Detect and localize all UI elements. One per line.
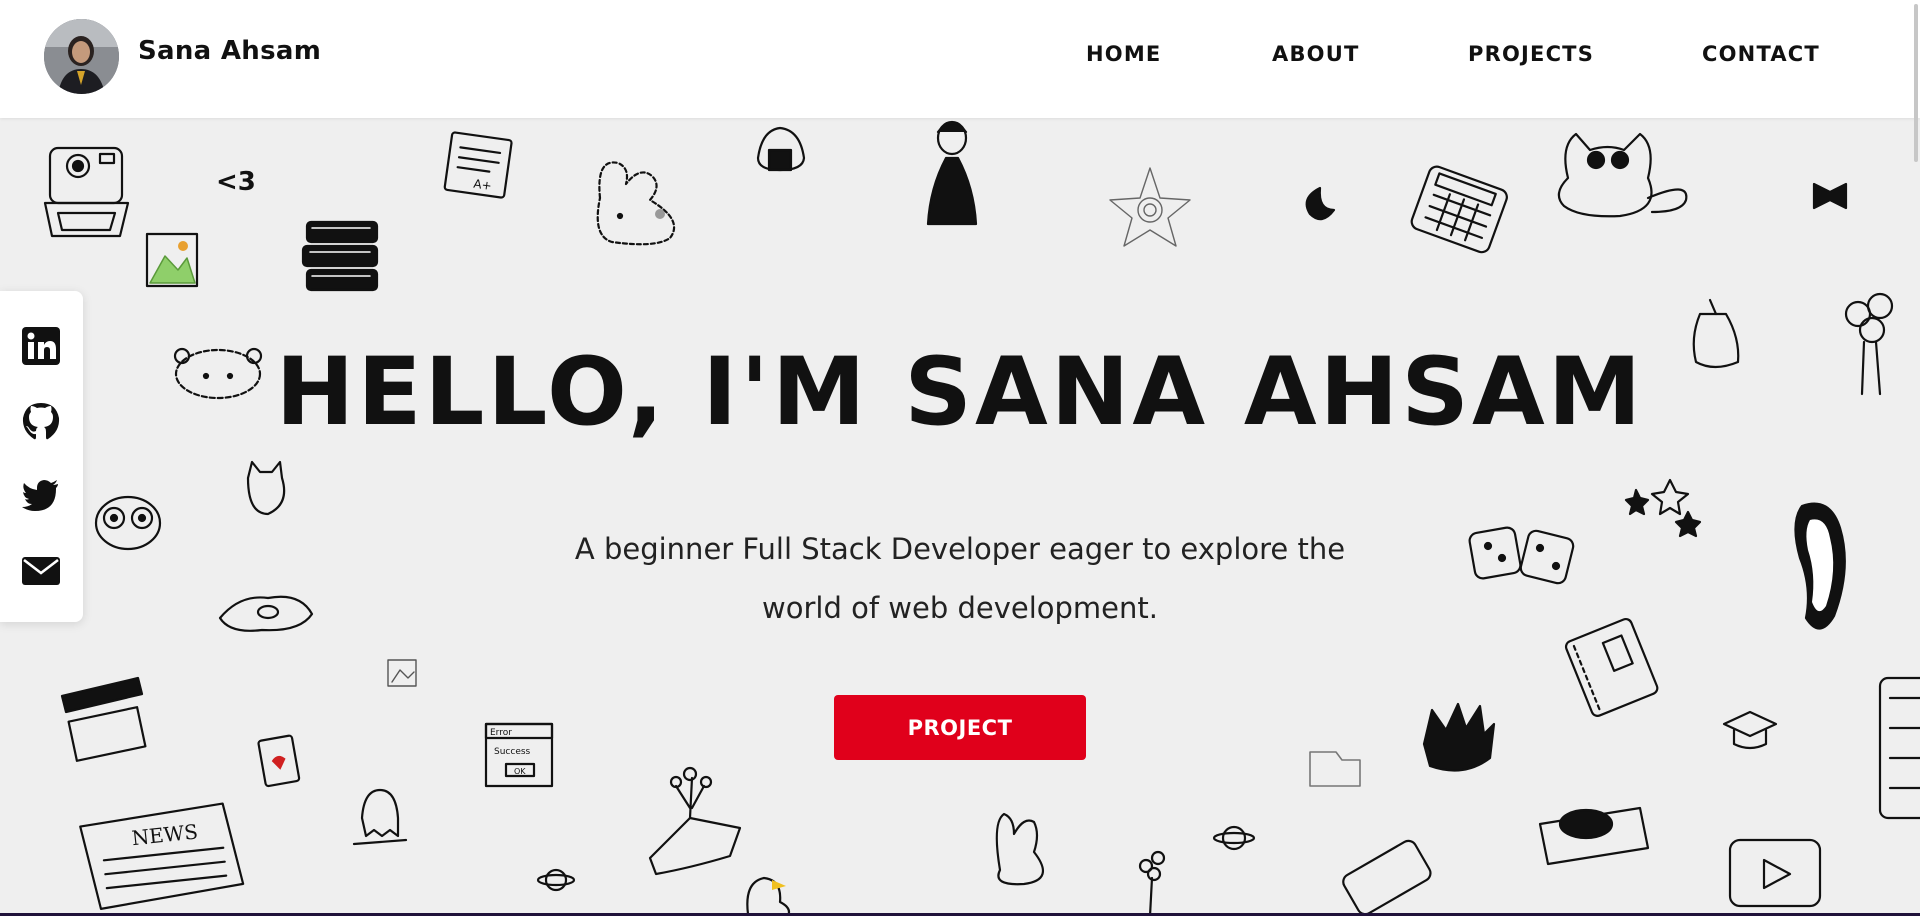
planet-small-doodle — [1212, 825, 1256, 851]
books-doodle — [301, 220, 379, 292]
nav-home[interactable]: HOME — [1086, 42, 1161, 66]
hero-tagline: A beginner Full Stack Developer eager to… — [574, 532, 1346, 625]
ghost-doodle — [352, 788, 408, 846]
svg-text:NEWS: NEWS — [131, 819, 200, 850]
email-icon[interactable] — [20, 550, 62, 592]
stars-doodle — [1624, 478, 1702, 538]
bow-doodle — [1812, 182, 1848, 210]
hero-headline: HELLO, I'M SANA AHSAM — [275, 338, 1645, 447]
twitter-icon[interactable] — [20, 475, 62, 517]
card-doodle — [257, 734, 301, 788]
machine-doodle — [1878, 676, 1920, 820]
cat-headphones-doodle — [246, 460, 286, 516]
avatar[interactable] — [44, 19, 119, 94]
monkey-doodle — [94, 495, 162, 551]
avatar-photo — [44, 19, 119, 94]
cat-sunglasses-doodle — [1557, 132, 1688, 218]
youtube-doodle — [1728, 838, 1822, 908]
svg-text:Success: Success — [494, 747, 531, 757]
doodle-background: <3 A+ Error Success OK NEWS — [43, 120, 1920, 916]
svg-text:OK: OK — [514, 767, 526, 776]
landscape-doodle — [145, 232, 199, 288]
phone-doodle — [1342, 839, 1432, 916]
star-spiral-doodle — [1109, 167, 1191, 247]
github-icon[interactable] — [20, 400, 62, 442]
melting-clock-doodle — [1794, 502, 1846, 630]
moon-doodle — [1305, 186, 1336, 221]
paper-doodle: A+ — [443, 131, 513, 199]
dice-doodle — [1468, 526, 1575, 585]
record-player-doodle — [1538, 806, 1650, 866]
duck-doodle — [746, 876, 791, 916]
calculator-doodle — [1410, 165, 1508, 254]
nav-projects[interactable]: PROJECTS — [1468, 42, 1594, 66]
bunny-doodle — [596, 161, 676, 246]
svg-text:A+: A+ — [473, 177, 493, 193]
flowers-doodle — [1138, 850, 1166, 916]
bunny-small-doodle — [995, 812, 1045, 886]
heart-text-doodle: <3 — [216, 167, 256, 197]
anime-doodle — [1422, 702, 1496, 772]
nav-about[interactable]: ABOUT — [1272, 42, 1360, 66]
hero-section: <3 A+ Error Success OK NEWS HELLO, I'M S… — [0, 118, 1920, 916]
social-sidebar — [0, 291, 83, 622]
nav-contact[interactable]: CONTACT — [1702, 42, 1820, 66]
planet-doodle — [536, 868, 576, 892]
svg-text:Error: Error — [490, 728, 512, 738]
linkedin-icon[interactable] — [20, 325, 62, 367]
book-flowers-doodle — [648, 766, 742, 876]
newspaper-doodle: NEWS — [79, 802, 245, 910]
grad-cap-doodle — [1722, 710, 1778, 750]
girl-doodle — [926, 120, 978, 226]
folder-doodle — [1309, 751, 1361, 787]
onigiri-doodle — [756, 126, 806, 172]
error-window-doodle: Error Success OK — [484, 722, 554, 788]
melted-doodle — [218, 595, 314, 632]
camera-doodle — [43, 146, 130, 238]
clapperboard-doodle — [60, 676, 147, 762]
top-navbar: Sana Ahsam HOME ABOUT PROJECTS CONTACT — [0, 0, 1920, 118]
brand-name[interactable]: Sana Ahsam — [138, 36, 321, 66]
notebook-doodle — [1564, 617, 1659, 717]
project-button[interactable]: PROJECT — [834, 695, 1086, 760]
scrollbar-thumb[interactable] — [1914, 4, 1918, 162]
photo-doodle — [387, 659, 417, 687]
